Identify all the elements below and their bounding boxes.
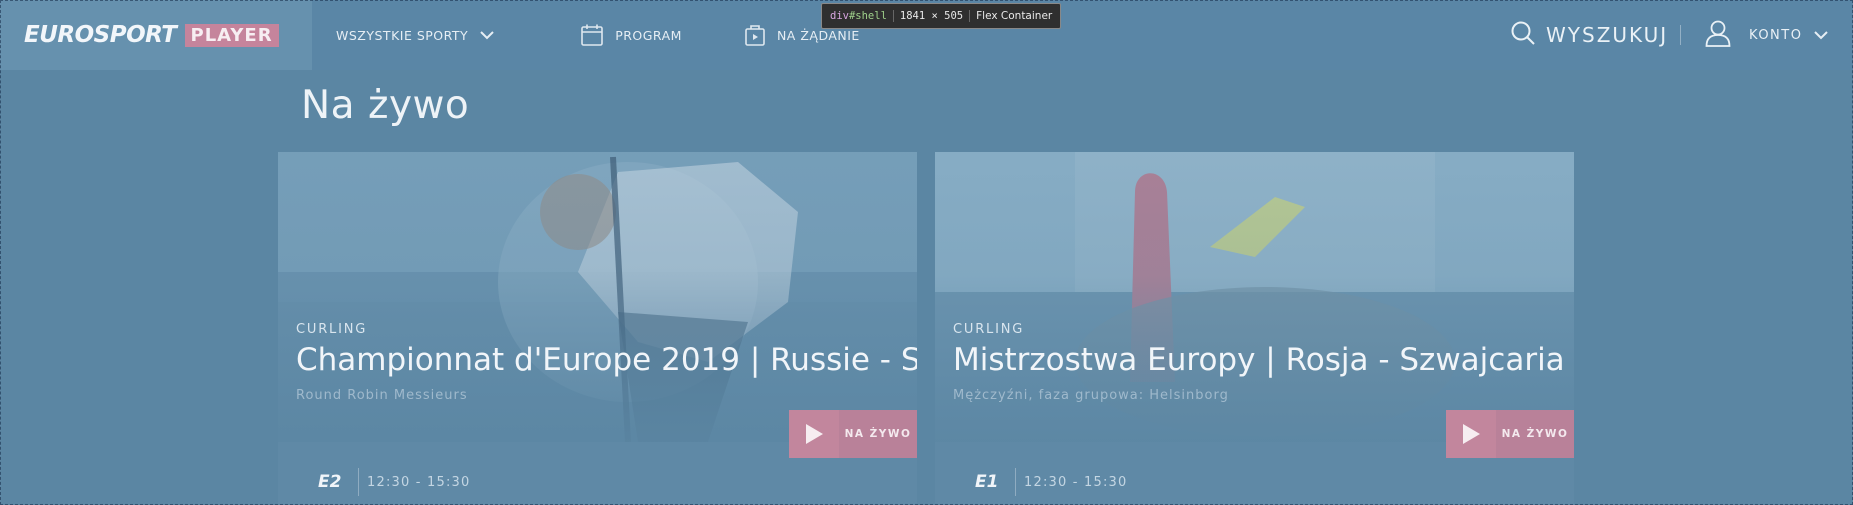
tooltip-type: Flex Container xyxy=(976,10,1053,22)
search-label: WYSZUKUJ xyxy=(1546,23,1669,47)
card-title: Championnat d'Europe 2019 | Russie - Sui… xyxy=(296,342,917,378)
nav-program[interactable]: PROGRAM xyxy=(580,0,682,70)
channel-logo: E2 xyxy=(318,472,342,492)
watch-live-button[interactable]: NA ŻYWO xyxy=(1446,410,1574,458)
search-icon xyxy=(1510,20,1536,50)
logo-badge: PLAYER xyxy=(184,23,279,47)
card-time: 12:30 - 15:30 xyxy=(367,475,471,490)
nav-all-sports-label: WSZYSTKIE SPORTY xyxy=(336,27,469,43)
tooltip-tag: div xyxy=(830,10,849,22)
watch-live-button[interactable]: NA ŻYWO xyxy=(789,410,917,458)
card-subtitle: Round Robin Messieurs xyxy=(296,388,468,403)
card-title: Mistrzostwa Europy | Rosja - Szwajcaria xyxy=(953,342,1565,378)
card-sport: CURLING xyxy=(953,322,1025,337)
calendar-icon xyxy=(580,23,604,47)
chevron-down-icon xyxy=(1814,30,1829,40)
tooltip-id: #shell xyxy=(848,10,887,22)
header-divider xyxy=(1680,25,1681,45)
account-menu-button[interactable]: KONTO xyxy=(1705,0,1829,70)
account-label: KONTO xyxy=(1749,27,1803,43)
live-event-card[interactable]: CURLING Mistrzostwa Europy | Rosja - Szw… xyxy=(935,152,1574,505)
card-sport: CURLING xyxy=(296,322,368,337)
logo[interactable]: EUROSPORT PLAYER xyxy=(0,0,312,70)
tooltip-size: 1841 × 505 xyxy=(894,10,971,22)
live-label: NA ŻYWO xyxy=(1496,410,1574,458)
nav-program-label: PROGRAM xyxy=(615,27,682,43)
play-icon xyxy=(789,410,839,458)
logo-text: EUROSPORT xyxy=(24,22,177,48)
page-title: Na żywo xyxy=(301,83,470,128)
footer-divider xyxy=(1015,468,1016,496)
on-demand-icon xyxy=(744,23,766,47)
play-icon xyxy=(1446,410,1496,458)
channel-logo: E1 xyxy=(975,472,999,492)
nav-all-sports[interactable]: WSZYSTKIE SPORTY xyxy=(336,0,494,70)
card-time: 12:30 - 15:30 xyxy=(1024,475,1128,490)
user-icon xyxy=(1705,19,1731,51)
devtools-tooltip: div#shell 1841 × 505 Flex Container xyxy=(821,3,1062,29)
live-event-card[interactable]: CURLING Championnat d'Europe 2019 | Russ… xyxy=(278,152,917,505)
search-button[interactable]: WYSZUKUJ xyxy=(1510,0,1668,70)
chevron-down-icon xyxy=(480,30,494,40)
footer-divider xyxy=(358,468,359,496)
live-label: NA ŻYWO xyxy=(839,410,917,458)
card-subtitle: Mężczyźni, faza grupowa: Helsinborg xyxy=(953,388,1229,403)
nav-on-demand-label: NA ŻĄDANIE xyxy=(776,27,860,43)
